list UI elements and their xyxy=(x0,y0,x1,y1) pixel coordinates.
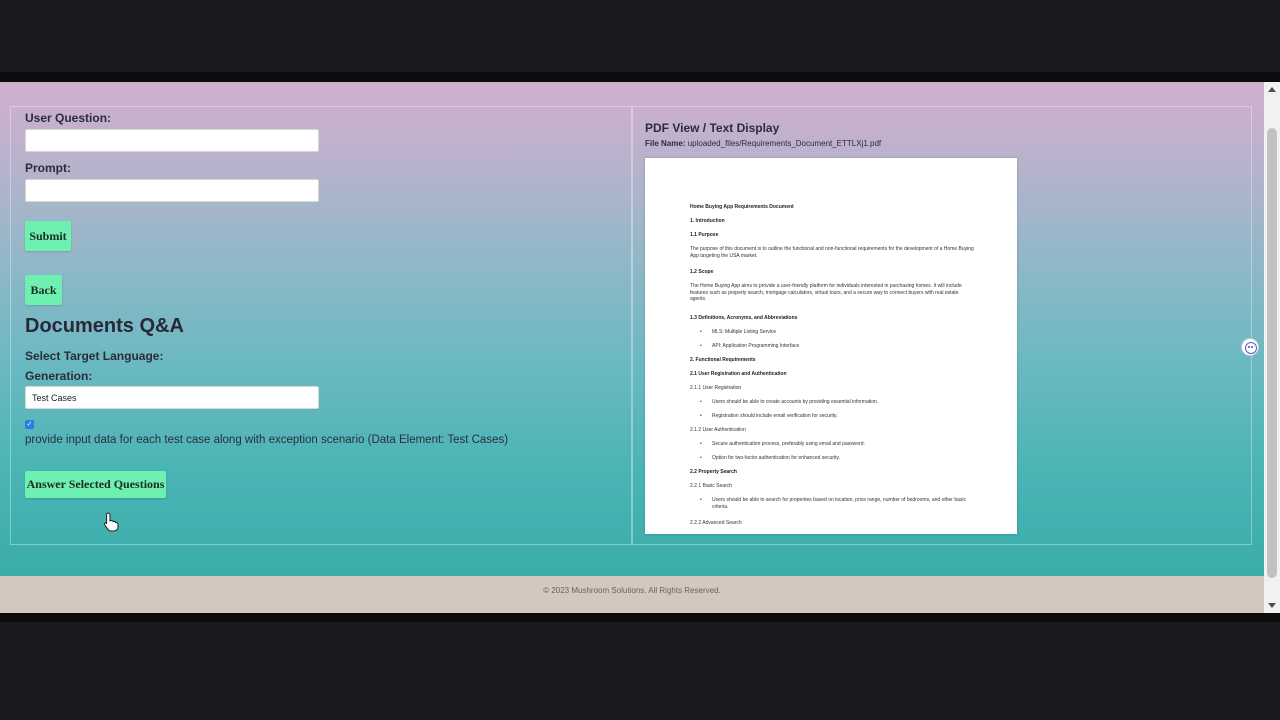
app-page: User Question: Prompt: Submit Back Docum… xyxy=(0,82,1264,613)
doc-bullet: Users should be able to search for prope… xyxy=(700,497,982,510)
doc-bullet: Users should be able to create accounts … xyxy=(700,399,982,406)
doc-paragraph: The Home Buying App aims to provide a us… xyxy=(690,283,962,302)
doc-heading: 1.1 Purpose xyxy=(690,232,719,238)
window-top-bar xyxy=(0,72,1280,82)
file-name-label: File Name: xyxy=(645,139,686,148)
submit-button[interactable]: Submit xyxy=(25,221,71,251)
doc-bullet: Option for two-factor authentication for… xyxy=(700,455,982,462)
pdf-view-title: PDF View / Text Display xyxy=(645,121,780,135)
pdf-page[interactable]: Home Buying App Requirements Document 1.… xyxy=(645,158,1017,534)
doc-bullet: API: Application Programming Interface xyxy=(700,343,982,350)
qa-form-panel: User Question: Prompt: Submit Back Docum… xyxy=(10,106,632,545)
doc-subheading: 2.2.1 Basic Search xyxy=(690,483,732,489)
doc-bullet: MLS: Multiple Listing Service xyxy=(700,329,982,336)
screen: User Question: Prompt: Submit Back Docum… xyxy=(0,0,1280,720)
generation-label: Generation: xyxy=(25,369,93,383)
scrollbar-thumb[interactable] xyxy=(1267,128,1277,578)
copyright-text: © 2023 Mushroom Solutions. All Rights Re… xyxy=(543,586,721,595)
doc-subheading: 2.2.2 Advanced Search xyxy=(690,520,742,526)
hand-pointer-icon xyxy=(103,512,119,532)
file-name-value: uploaded_files/Requirements_Document_ETT… xyxy=(687,139,882,148)
doc-heading: 1. Introduction xyxy=(690,218,725,224)
answer-selected-questions-button[interactable]: Answer Selected Questions xyxy=(25,471,166,498)
doc-heading: 2.2 Property Search xyxy=(690,469,737,475)
doc-paragraph: The purpose of this document is to outli… xyxy=(690,246,974,259)
doc-bullet: Secure authentication process, preferabl… xyxy=(700,441,982,448)
test-case-checkbox-label: provide input data for each test case al… xyxy=(25,434,509,446)
page-scrollbar[interactable] xyxy=(1264,82,1280,613)
user-question-label: User Question: xyxy=(25,111,112,125)
scroll-down-icon[interactable] xyxy=(1268,603,1276,608)
doc-title: Home Buying App Requirements Document xyxy=(690,204,794,210)
prompt-input[interactable] xyxy=(25,179,319,202)
assistant-face-icon[interactable] xyxy=(1241,338,1259,356)
page-footer: © 2023 Mushroom Solutions. All Rights Re… xyxy=(0,576,1264,613)
generation-select[interactable] xyxy=(25,386,319,409)
test-case-checkbox[interactable]: ✓ xyxy=(25,420,34,429)
back-button[interactable]: Back xyxy=(25,275,62,305)
doc-heading: 2.1 User Registration and Authentication xyxy=(690,371,787,377)
doc-subheading: 2.1.2 User Authentication xyxy=(690,427,746,433)
doc-heading: 1.3 Definitions, Acronyms, and Abbreviat… xyxy=(690,315,798,321)
doc-bullet: Registration should include email verifi… xyxy=(700,413,982,420)
doc-heading: 2. Functional Requirements xyxy=(690,357,756,363)
file-name-row: File Name: uploaded_files/Requirements_D… xyxy=(645,139,881,148)
window-bottom-bar xyxy=(0,613,1280,622)
doc-subheading: 2.1.1 User Registration xyxy=(690,385,742,391)
pdf-view-panel: PDF View / Text Display File Name: uploa… xyxy=(632,106,1252,545)
page-title: Documents Q&A xyxy=(25,315,184,337)
doc-heading: 1.2 Scope xyxy=(690,269,714,275)
user-question-input[interactable] xyxy=(25,129,319,152)
prompt-label: Prompt: xyxy=(25,161,71,175)
scroll-up-icon[interactable] xyxy=(1268,87,1276,92)
target-language-label: Select Target Language: xyxy=(25,349,164,363)
